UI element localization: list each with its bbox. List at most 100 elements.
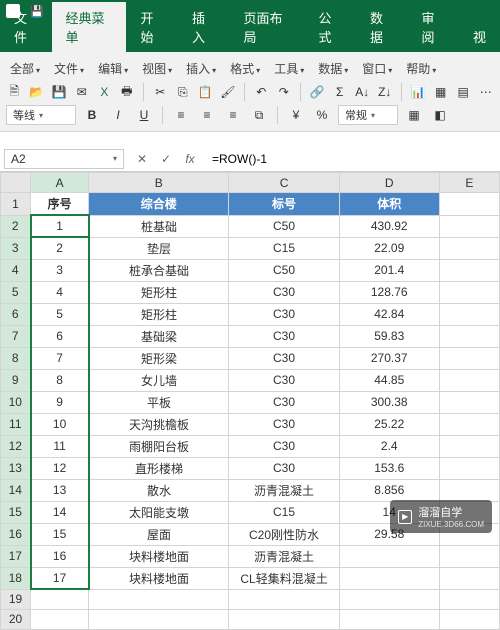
row-header[interactable]: 14 xyxy=(1,479,31,501)
new-icon[interactable]: 🗎 xyxy=(6,83,23,101)
format-painter-icon[interactable]: 🖌 xyxy=(220,83,237,101)
cell[interactable]: 12 xyxy=(31,457,89,479)
menu-insert[interactable]: 插入▾ xyxy=(182,58,220,79)
row-header[interactable]: 5 xyxy=(1,281,31,303)
row-header[interactable]: 17 xyxy=(1,545,31,567)
undo-icon[interactable]: ↶ xyxy=(253,83,270,101)
row-header[interactable]: 12 xyxy=(1,435,31,457)
name-box[interactable]: A2▾ xyxy=(4,149,124,169)
cell[interactable]: 42.84 xyxy=(339,303,439,325)
copy-icon[interactable]: ⎘ xyxy=(175,83,192,101)
row-header[interactable]: 10 xyxy=(1,391,31,413)
cell[interactable]: 2.4 xyxy=(339,435,439,457)
cell[interactable]: 直形楼梯 xyxy=(89,457,229,479)
cell[interactable]: C30 xyxy=(229,325,339,347)
cell[interactable]: 1 xyxy=(31,215,89,237)
cell[interactable] xyxy=(439,215,499,237)
cell[interactable]: 430.92 xyxy=(339,215,439,237)
menu-view[interactable]: 视图▾ xyxy=(138,58,176,79)
row-header[interactable]: 11 xyxy=(1,413,31,435)
cut-icon[interactable]: ✂ xyxy=(152,83,169,101)
cell[interactable] xyxy=(439,303,499,325)
table-row[interactable]: 32垫层C1522.09 xyxy=(1,237,500,259)
fill-color-icon[interactable]: ◧ xyxy=(430,105,450,125)
paste-icon[interactable]: 📋 xyxy=(197,83,214,101)
sort-desc-icon[interactable]: Z↓ xyxy=(377,83,394,101)
cell[interactable]: C20刚性防水 xyxy=(229,523,339,545)
col-header-d[interactable]: D xyxy=(339,173,439,193)
merge-icon[interactable]: ⧉ xyxy=(249,105,269,125)
cell[interactable]: 13 xyxy=(31,479,89,501)
cell[interactable] xyxy=(439,589,499,609)
cell[interactable] xyxy=(229,589,339,609)
menu-data[interactable]: 数据▾ xyxy=(314,58,352,79)
underline-button[interactable]: U xyxy=(134,105,154,125)
align-center-icon[interactable]: ≡ xyxy=(197,105,217,125)
cell[interactable]: C30 xyxy=(229,413,339,435)
number-format-dropdown[interactable]: 常规▾ xyxy=(338,105,398,125)
cell[interactable]: 太阳能支墩 xyxy=(89,501,229,523)
cell[interactable]: 标号 xyxy=(229,193,339,216)
percent-icon[interactable]: % xyxy=(312,105,332,125)
cell[interactable]: C30 xyxy=(229,435,339,457)
table-row[interactable]: 43桩承合基础C50201.4 xyxy=(1,259,500,281)
cell[interactable]: 矩形柱 xyxy=(89,281,229,303)
table-row[interactable]: 21桩基础C50430.92 xyxy=(1,215,500,237)
table-row[interactable]: 1211雨棚阳台板C302.4 xyxy=(1,435,500,457)
pivot-icon[interactable]: ▦ xyxy=(432,83,449,101)
col-header-e[interactable]: E xyxy=(439,173,499,193)
cell[interactable]: 块料楼地面 xyxy=(89,567,229,589)
table-row[interactable]: 1110天沟挑檐板C3025.22 xyxy=(1,413,500,435)
cell[interactable]: C30 xyxy=(229,457,339,479)
tab-home[interactable]: 开始 xyxy=(126,2,178,52)
cell[interactable]: 153.6 xyxy=(339,457,439,479)
menu-window[interactable]: 窗口▾ xyxy=(358,58,396,79)
cell[interactable]: 14 xyxy=(31,501,89,523)
table-row[interactable]: 19 xyxy=(1,589,500,609)
col-header-b[interactable]: B xyxy=(89,173,229,193)
cell[interactable] xyxy=(439,347,499,369)
cell[interactable] xyxy=(439,567,499,589)
bold-button[interactable]: B xyxy=(82,105,102,125)
accept-formula-icon[interactable]: ✓ xyxy=(156,149,176,169)
row-header[interactable]: 6 xyxy=(1,303,31,325)
excel-icon[interactable]: X xyxy=(96,83,113,101)
cell[interactable] xyxy=(439,435,499,457)
cell[interactable]: C30 xyxy=(229,303,339,325)
borders-icon[interactable]: ▦ xyxy=(404,105,424,125)
tab-page-layout[interactable]: 页面布局 xyxy=(229,2,304,52)
align-left-icon[interactable]: ≡ xyxy=(171,105,191,125)
chart-icon[interactable]: 📊 xyxy=(410,83,427,101)
cell[interactable] xyxy=(439,413,499,435)
tab-file[interactable]: 文件 xyxy=(0,2,52,52)
cell[interactable]: 22.09 xyxy=(339,237,439,259)
table-row[interactable]: 109平板C30300.38 xyxy=(1,391,500,413)
row-header[interactable]: 19 xyxy=(1,589,31,609)
cell[interactable]: 天沟挑檐板 xyxy=(89,413,229,435)
cell[interactable]: 散水 xyxy=(89,479,229,501)
cell[interactable]: CL轻集料混凝土 xyxy=(229,567,339,589)
cell[interactable]: 5 xyxy=(31,303,89,325)
menu-tools[interactable]: 工具▾ xyxy=(270,58,308,79)
cell[interactable] xyxy=(439,281,499,303)
tab-insert[interactable]: 插入 xyxy=(178,2,230,52)
col-header-a[interactable]: A xyxy=(31,173,89,193)
cell[interactable]: 9 xyxy=(31,391,89,413)
table-row[interactable]: 76基础梁C3059.83 xyxy=(1,325,500,347)
table-row[interactable]: 1413散水沥青混凝土8.856 xyxy=(1,479,500,501)
table-row[interactable]: 54矩形柱C30128.76 xyxy=(1,281,500,303)
cell[interactable]: 10 xyxy=(31,413,89,435)
cell[interactable]: C30 xyxy=(229,369,339,391)
row-header[interactable]: 16 xyxy=(1,523,31,545)
cell[interactable]: C30 xyxy=(229,391,339,413)
table-row[interactable]: 1312直形楼梯C30153.6 xyxy=(1,457,500,479)
cell[interactable]: 16 xyxy=(31,545,89,567)
cell[interactable] xyxy=(439,479,499,501)
cell[interactable]: 8.856 xyxy=(339,479,439,501)
cell[interactable]: 综合楼 xyxy=(89,193,229,216)
cell[interactable]: 3 xyxy=(31,259,89,281)
cell[interactable] xyxy=(31,589,89,609)
cell[interactable]: 平板 xyxy=(89,391,229,413)
save-icon[interactable]: 💾 xyxy=(51,83,68,101)
cell[interactable] xyxy=(439,237,499,259)
